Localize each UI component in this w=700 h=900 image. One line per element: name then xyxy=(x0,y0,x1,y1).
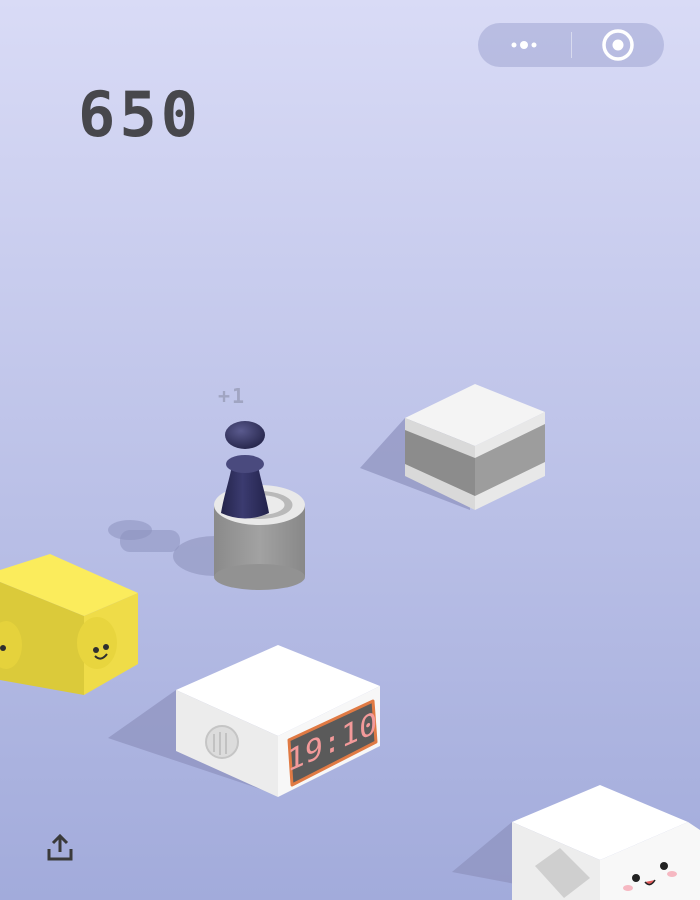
close-button[interactable] xyxy=(572,23,665,67)
more-button[interactable] xyxy=(478,23,571,67)
share-button[interactable] xyxy=(44,832,76,864)
player-head xyxy=(225,421,265,449)
target-circle-icon xyxy=(602,29,634,61)
miniprogram-capsule xyxy=(478,23,664,67)
bonus-popup: +1 xyxy=(218,384,247,408)
more-dots-icon xyxy=(511,41,537,49)
score-counter: 650 xyxy=(78,78,202,151)
share-upload-icon xyxy=(47,833,73,861)
